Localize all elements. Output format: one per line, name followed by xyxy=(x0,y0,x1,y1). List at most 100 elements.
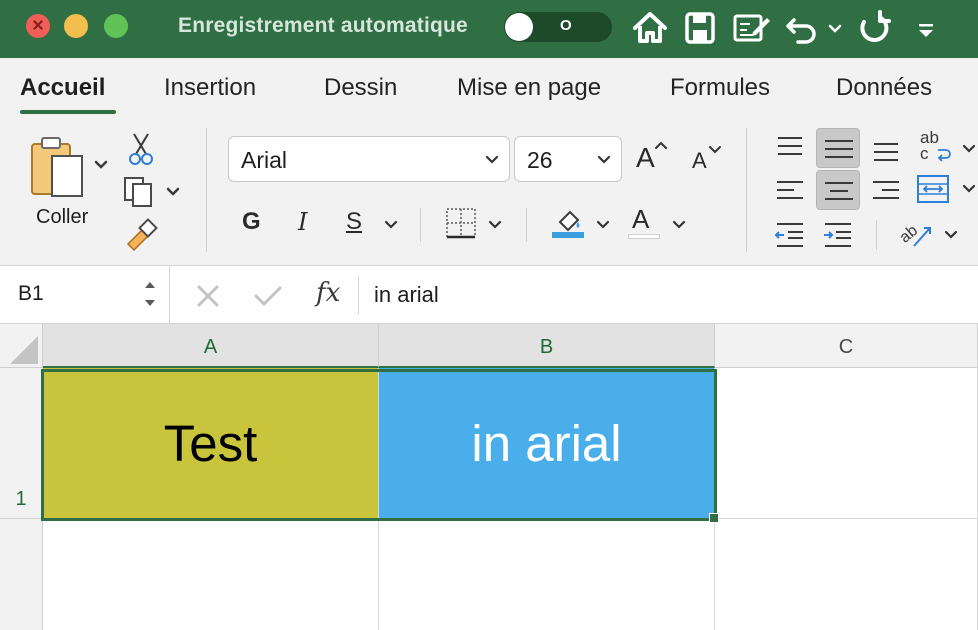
tab-donnees[interactable]: Données xyxy=(836,74,932,102)
bold-button[interactable]: G xyxy=(238,206,268,240)
edit-document-icon[interactable] xyxy=(731,8,771,48)
text-orientation-icon: ab xyxy=(897,222,931,247)
chevron-down-icon xyxy=(944,230,958,239)
align-center-icon xyxy=(825,182,853,200)
cancel-icon[interactable] xyxy=(194,282,222,310)
chevron-down-icon xyxy=(597,155,611,164)
decrease-indent-icon[interactable] xyxy=(772,216,808,252)
tab-insertion[interactable]: Insertion xyxy=(164,74,256,102)
insert-function-button[interactable]: fx xyxy=(316,278,340,308)
tab-mise-en-page[interactable]: Mise en page xyxy=(457,74,601,102)
fill-color-button[interactable] xyxy=(550,204,616,242)
save-icon[interactable] xyxy=(683,8,717,48)
name-box-stepper-icon[interactable] xyxy=(142,276,158,312)
merge-cells-icon xyxy=(917,175,949,203)
formula-separator xyxy=(358,276,359,314)
ribbon-separator xyxy=(746,128,747,252)
underline-button[interactable]: S xyxy=(342,206,402,240)
font-name-select[interactable]: Arial xyxy=(228,136,510,182)
font-size-select[interactable]: 26 xyxy=(514,136,622,182)
name-box[interactable]: B1 xyxy=(0,266,170,323)
cell-a2[interactable] xyxy=(43,519,379,630)
name-box-value: B1 xyxy=(18,282,44,305)
chevron-down-icon xyxy=(962,144,976,153)
close-window-button[interactable] xyxy=(26,14,50,38)
borders-button[interactable] xyxy=(444,206,506,242)
row-header-1[interactable]: 1 xyxy=(0,368,43,519)
align-center-button[interactable] xyxy=(816,170,860,210)
home-icon[interactable] xyxy=(632,8,668,48)
decrease-font-label: A xyxy=(692,148,707,173)
formula-input[interactable]: in arial xyxy=(374,282,439,308)
bold-label: G xyxy=(242,208,261,235)
undo-icon[interactable] xyxy=(784,8,820,48)
font-name-value: Arial xyxy=(241,147,288,173)
customize-toolbar-icon[interactable] xyxy=(914,8,938,48)
redo-icon[interactable] xyxy=(856,8,892,48)
borders-icon xyxy=(446,208,476,239)
align-middle-button[interactable] xyxy=(816,128,860,168)
orientation-button[interactable]: ab xyxy=(896,216,962,252)
increase-indent-icon[interactable] xyxy=(820,216,856,252)
font-size-value: 26 xyxy=(527,147,553,173)
cell-a1[interactable]: Test xyxy=(43,368,379,519)
caret-down-icon xyxy=(709,146,721,154)
toggle-knob xyxy=(505,13,533,41)
ribbon-home: Coller Arial 26 A A G I S A ab c ab xyxy=(0,118,978,266)
ribbon-separator xyxy=(526,208,527,242)
wrap-text-button[interactable]: ab c xyxy=(916,128,978,168)
formula-bar: B1 fx in arial xyxy=(0,266,978,324)
enter-check-icon[interactable] xyxy=(252,282,284,310)
copy-icon[interactable] xyxy=(122,174,182,208)
tab-dessin[interactable]: Dessin xyxy=(324,74,397,102)
font-color-button[interactable]: A xyxy=(626,204,692,242)
autosave-toggle[interactable]: O xyxy=(504,12,612,42)
cell-a1-text: Test xyxy=(163,414,258,472)
font-color-label: A xyxy=(632,204,650,234)
ribbon-separator xyxy=(876,220,877,250)
tab-formules[interactable]: Formules xyxy=(670,74,770,102)
cell-b1[interactable]: in arial xyxy=(379,368,715,519)
clipboard-icon xyxy=(31,137,108,197)
caret-up-icon xyxy=(655,141,667,149)
row-header-2[interactable] xyxy=(0,519,43,630)
column-header-c[interactable]: C xyxy=(715,324,978,368)
align-top-icon[interactable] xyxy=(772,130,808,166)
undo-dropdown-chevron-icon[interactable] xyxy=(828,8,842,48)
fill-handle[interactable] xyxy=(709,513,719,523)
cut-icon[interactable] xyxy=(126,132,156,166)
column-header-a[interactable]: A xyxy=(43,324,379,368)
cell-b1-text: in arial xyxy=(471,414,622,472)
underline-label: S xyxy=(346,208,363,235)
cell-b2[interactable] xyxy=(379,519,715,630)
align-left-icon[interactable] xyxy=(772,172,808,208)
ribbon-separator xyxy=(206,128,207,252)
italic-label: I xyxy=(298,208,308,236)
increase-font-label: A xyxy=(636,142,655,173)
autosave-label: Enregistrement automatique xyxy=(178,14,468,37)
chevron-down-icon xyxy=(596,220,610,229)
worksheet-grid: A B C 1 Test in arial xyxy=(0,324,978,630)
increase-font-size-button[interactable]: A xyxy=(634,140,670,176)
align-right-icon[interactable] xyxy=(868,172,904,208)
cell-c1[interactable] xyxy=(715,368,978,519)
paint-bucket-icon xyxy=(552,210,584,238)
decrease-font-size-button[interactable]: A xyxy=(690,140,726,176)
chevron-down-icon xyxy=(672,220,686,229)
ribbon-tabs: Accueil Insertion Dessin Mise en page Fo… xyxy=(0,58,978,118)
italic-button[interactable]: I xyxy=(292,206,322,240)
active-tab-indicator xyxy=(20,110,116,114)
chevron-down-icon xyxy=(485,155,499,164)
merge-center-button[interactable] xyxy=(916,172,978,208)
cell-c2[interactable] xyxy=(715,519,978,630)
format-painter-icon[interactable] xyxy=(124,218,158,252)
minimize-window-button[interactable] xyxy=(64,14,88,38)
paste-button[interactable]: Coller xyxy=(26,132,116,242)
wrap-arrow-icon xyxy=(937,149,951,162)
tab-accueil[interactable]: Accueil xyxy=(20,74,105,102)
column-header-b[interactable]: B xyxy=(379,324,715,368)
zoom-window-button[interactable] xyxy=(104,14,128,38)
select-all-button[interactable] xyxy=(0,324,43,368)
align-bottom-icon[interactable] xyxy=(868,130,904,166)
align-middle-icon xyxy=(825,140,853,158)
